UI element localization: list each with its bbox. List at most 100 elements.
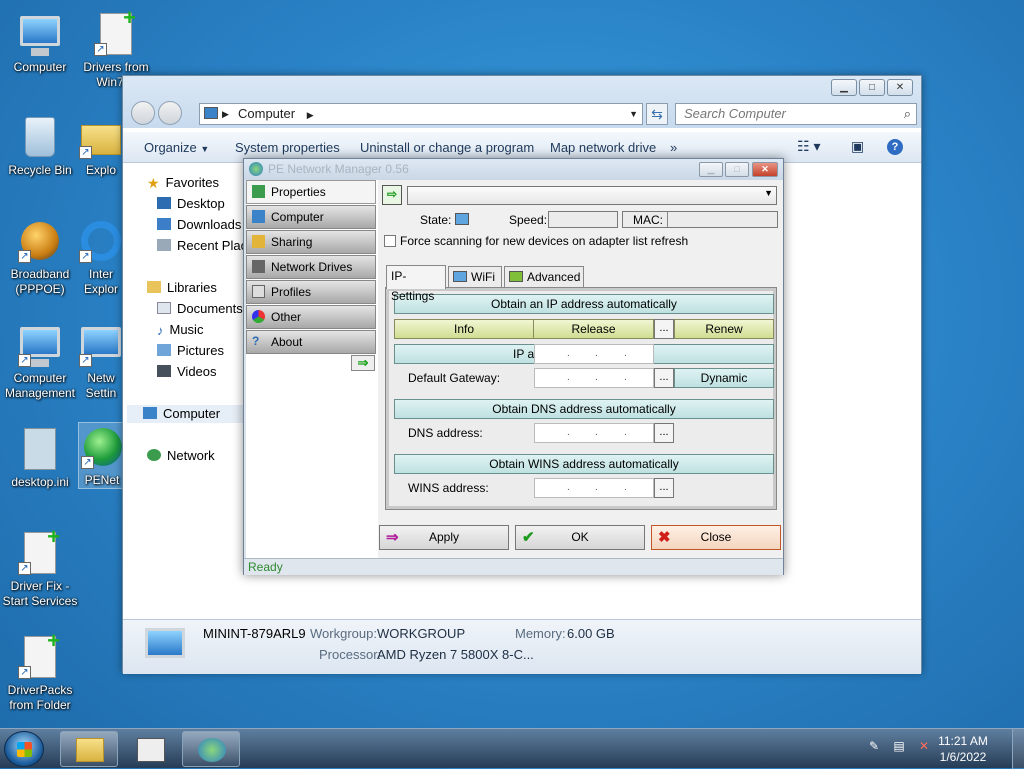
desktop-icon-computer[interactable]: Computer [0,10,80,75]
wins-options-button[interactable]: ... [654,478,674,498]
nav-favorites[interactable]: ★ Favorites [147,174,219,192]
desktop-icon-broadband[interactable]: ↗ Broadband (PPPOE) [0,217,80,297]
sidebar-item-about[interactable]: ? About [246,330,376,354]
organize-button[interactable]: Organize ▼ [144,140,209,155]
clock[interactable]: 11:21 AM 1/6/2022 [928,733,998,765]
computer-icon [16,10,64,58]
network-drive-icon [252,260,265,273]
desktop-icon-driver-fix[interactable]: + ↗ Driver Fix - Start Services [0,526,80,609]
close-dialog-button[interactable]: ✖ Close [651,525,781,550]
arrow-right-icon[interactable]: ⇒ [351,355,375,371]
tab-wifi[interactable]: WiFi [448,266,502,288]
minimize-button[interactable]: ▁ [699,162,723,177]
tab-advanced[interactable]: Advanced [504,266,584,288]
help-icon[interactable]: ? [887,139,903,155]
dns-options-button[interactable]: ... [654,423,674,443]
desktop-icon-penetwork[interactable]: ↗ PENet [78,422,126,489]
uninstall-program-button[interactable]: Uninstall or change a program [360,140,534,155]
sidebar-item-profiles[interactable]: Profiles [246,280,376,304]
search-input[interactable]: Search Computer ⌕ [675,103,917,125]
window-icon [137,738,165,762]
back-button[interactable] [131,101,155,125]
libraries-icon [147,281,161,293]
nav-network[interactable]: Network [147,447,215,465]
wins-address-input[interactable]: ... [534,478,654,498]
nav-documents[interactable]: Documents [157,300,243,318]
apply-button[interactable]: ⇒ Apply [379,525,509,550]
workgroup-label: Workgroup: [310,626,377,641]
ip-options-button[interactable]: ... [654,319,674,339]
nav-pictures[interactable]: Pictures [157,342,224,360]
tray-network-icon[interactable]: ▤ [891,739,907,755]
start-button[interactable] [4,731,44,767]
checkmark-icon: ✔ [522,529,535,546]
renew-button[interactable]: Renew [674,319,774,339]
force-scan-checkbox[interactable] [384,235,396,247]
system-properties-button[interactable]: System properties [235,140,340,155]
sidebar-item-properties[interactable]: Properties [246,180,376,204]
default-gateway-input[interactable]: ... [534,368,654,388]
tab-ip-settings[interactable]: IP-Settings [386,265,446,303]
nav-downloads[interactable]: Downloads [157,216,241,234]
minimize-button[interactable]: ▁ [831,79,857,96]
ip-address-input[interactable]: ... [534,344,654,364]
nav-recent-places[interactable]: Recent Place [157,237,254,255]
sidebar-item-network-drives[interactable]: Network Drives [246,255,376,279]
downloads-icon [157,218,171,230]
info-button[interactable]: Info [394,319,534,339]
more-commands-button[interactable]: » [670,140,677,155]
forward-button[interactable] [158,101,182,125]
show-desktop-button[interactable] [1012,729,1024,769]
desktop-icon-internet-explorer[interactable]: ↗ Inter Explor [76,217,126,297]
wifi-icon [453,271,467,282]
tray-tool-icon[interactable]: ✎ [866,739,882,755]
details-pane: MININT-879ARL9 Workgroup: WORKGROUP Memo… [123,619,921,674]
preview-pane-icon[interactable]: ▣ [851,138,864,155]
music-icon: ♪ [157,323,164,338]
address-bar[interactable]: ▶ Computer ▶ ▼ [199,103,643,125]
desktop-icon-explorer[interactable]: ↗ Explo [76,113,126,178]
nav-computer[interactable]: Computer [127,405,243,423]
nav-desktop[interactable]: Desktop [157,195,225,213]
dynamic-button[interactable]: Dynamic [674,368,774,388]
taskbar-program[interactable] [121,731,179,767]
desktop-icon-label: Recycle Bin [8,163,72,177]
release-button[interactable]: Release [533,319,654,339]
desktop-icon-computer-management[interactable]: ↗ Computer Management [0,321,80,401]
obtain-ip-toggle[interactable]: Obtain an IP address automatically [394,294,774,314]
taskbar-explorer[interactable] [60,731,118,767]
obtain-dns-toggle[interactable]: Obtain DNS address automatically [394,399,774,419]
network-globe-icon [249,162,263,176]
refresh-adapters-icon[interactable]: ⇨ [382,185,402,205]
videos-icon [157,365,171,377]
gateway-options-button[interactable]: ... [654,368,674,388]
map-network-drive-button[interactable]: Map network drive [550,140,656,155]
desktop-icon-driverpacks[interactable]: + ↗ DriverPacks from Folder [0,630,80,713]
refresh-button[interactable]: ⇆ [646,103,668,125]
maximize-button[interactable]: □ [725,162,749,177]
nav-videos[interactable]: Videos [157,363,217,381]
dns-address-input[interactable]: ... [534,423,654,443]
ok-button[interactable]: ✔ OK [515,525,645,550]
nav-libraries[interactable]: Libraries [147,279,217,297]
desktop-icon-network-settings[interactable]: ↗ Netw Settin [76,321,126,401]
maximize-button[interactable]: □ [859,79,885,96]
obtain-wins-toggle[interactable]: Obtain WINS address automatically [394,454,774,474]
desktop-icon-recycle-bin[interactable]: Recycle Bin [0,113,80,178]
sidebar-item-sharing[interactable]: Sharing [246,230,376,254]
adapter-select[interactable]: ▼ [407,186,777,205]
desktop-icon-label: Computer [13,60,67,74]
sidebar-item-computer[interactable]: Computer [246,205,376,229]
desktop-icon-desktop-ini[interactable]: desktop.ini [0,425,80,490]
desktop-icon-label: Broadband (PPPOE) [10,267,70,296]
taskbar-pe-network-manager[interactable] [182,731,240,767]
nav-music[interactable]: ♪ Music [157,321,203,339]
chevron-down-icon[interactable]: ▼ [629,104,638,124]
desktop-icon [157,197,171,209]
close-button[interactable]: ✕ [752,162,778,177]
recycle-bin-icon [16,113,64,161]
view-options-icon[interactable]: ☷ ▾ [797,138,820,155]
search-placeholder: Search Computer [684,106,786,121]
close-button[interactable]: ✕ [887,79,913,96]
sidebar-item-other[interactable]: Other [246,305,376,329]
